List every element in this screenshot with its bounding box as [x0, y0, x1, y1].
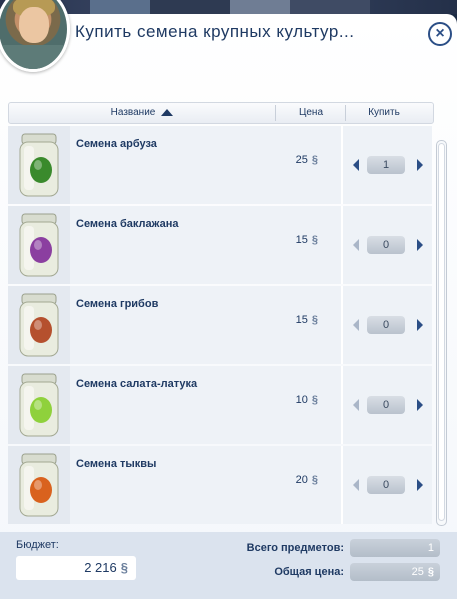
- arrow-left-icon[interactable]: [353, 319, 359, 331]
- arrow-right-icon[interactable]: [417, 159, 423, 171]
- seed-row: Семена арбуза 25 § 1: [8, 126, 432, 204]
- quantity-field[interactable]: 0: [367, 236, 405, 254]
- quantity-stepper: 1: [353, 156, 423, 174]
- quantity-field[interactable]: 1: [367, 156, 405, 174]
- seed-jar-image: [8, 446, 70, 524]
- seed-jar-image: [8, 126, 70, 204]
- arrow-left-icon[interactable]: [353, 399, 359, 411]
- arrow-left-icon[interactable]: [353, 239, 359, 251]
- seed-jar-image: [8, 366, 70, 444]
- total-price-label: Общая цена:: [274, 566, 344, 578]
- seed-row: Семена салата-латука 10 § 0: [8, 366, 432, 444]
- seed-price-value: 20: [295, 474, 308, 486]
- simoleon-icon: §: [311, 394, 318, 406]
- seed-price-value: 15: [295, 314, 308, 326]
- total-price-box: 25 §: [350, 563, 440, 581]
- arrow-right-icon[interactable]: [417, 479, 423, 491]
- seed-row: Семена грибов 15 § 0: [8, 286, 432, 364]
- scrollbar[interactable]: [436, 140, 447, 526]
- arrow-right-icon[interactable]: [417, 399, 423, 411]
- arrow-right-icon[interactable]: [417, 239, 423, 251]
- arrow-left-icon[interactable]: [353, 479, 359, 491]
- quantity-field[interactable]: 0: [367, 396, 405, 414]
- seed-name: Семена салата-латука: [76, 378, 198, 390]
- table-header: Название Цена Купить: [8, 102, 434, 124]
- simoleon-icon: §: [311, 154, 318, 166]
- seed-price: 25 §: [258, 154, 318, 166]
- column-header-name-label: Название: [110, 107, 156, 118]
- scrollbar-thumb[interactable]: [438, 143, 445, 521]
- arrow-left-icon[interactable]: [353, 159, 359, 171]
- seed-price: 15 §: [258, 234, 318, 246]
- sort-ascending-icon: [161, 109, 174, 116]
- close-icon: ×: [435, 25, 445, 42]
- total-items-value: 1: [350, 539, 440, 557]
- seed-price: 10 §: [258, 394, 318, 406]
- quantity-stepper: 0: [353, 476, 423, 494]
- simoleon-icon: §: [311, 234, 318, 246]
- total-price-value: 25: [411, 566, 424, 578]
- budget-value: 2 216: [84, 560, 117, 575]
- seed-name: Семена тыквы: [76, 458, 157, 470]
- seed-name: Семена грибов: [76, 298, 159, 310]
- seed-name: Семена баклажана: [76, 218, 179, 230]
- simoleon-icon: §: [311, 314, 318, 326]
- total-items-label: Всего предметов:: [246, 542, 344, 554]
- column-header-price[interactable]: Цена: [277, 103, 345, 123]
- seed-name: Семена арбуза: [76, 138, 157, 150]
- seed-price-value: 10: [295, 394, 308, 406]
- arrow-right-icon[interactable]: [417, 319, 423, 331]
- seed-price: 20 §: [258, 474, 318, 486]
- budget-value-box: 2 216 §: [16, 556, 136, 580]
- seed-row: Семена тыквы 20 § 0: [8, 446, 432, 524]
- seed-price-value: 25: [295, 154, 308, 166]
- column-header-name[interactable]: Название: [9, 103, 275, 123]
- quantity-stepper: 0: [353, 396, 423, 414]
- seed-row: Семена баклажана 15 § 0: [8, 206, 432, 284]
- quantity-stepper: 0: [353, 316, 423, 334]
- seed-jar-image: [8, 206, 70, 284]
- seed-price: 15 §: [258, 314, 318, 326]
- simoleon-icon: §: [120, 560, 128, 575]
- simoleon-icon: §: [427, 566, 434, 578]
- column-header-buy[interactable]: Купить: [347, 103, 421, 123]
- budget-label: Бюджет:: [16, 539, 59, 551]
- simoleon-icon: §: [311, 474, 318, 486]
- sim-avatar: [0, 0, 70, 72]
- seed-price-value: 15: [295, 234, 308, 246]
- seed-list: Семена арбуза 25 § 1 Семена баклажана 15 § 0 Сем…: [8, 126, 432, 526]
- quantity-field[interactable]: 0: [367, 316, 405, 334]
- quantity-stepper: 0: [353, 236, 423, 254]
- seed-jar-image: [8, 286, 70, 364]
- dialog-title: Купить семена крупных культур...: [75, 22, 355, 41]
- quantity-field[interactable]: 0: [367, 476, 405, 494]
- column-header-buy-label: Купить: [368, 107, 400, 118]
- column-header-price-label: Цена: [298, 107, 324, 118]
- background-game-view: [0, 0, 457, 14]
- close-button[interactable]: ×: [428, 22, 452, 46]
